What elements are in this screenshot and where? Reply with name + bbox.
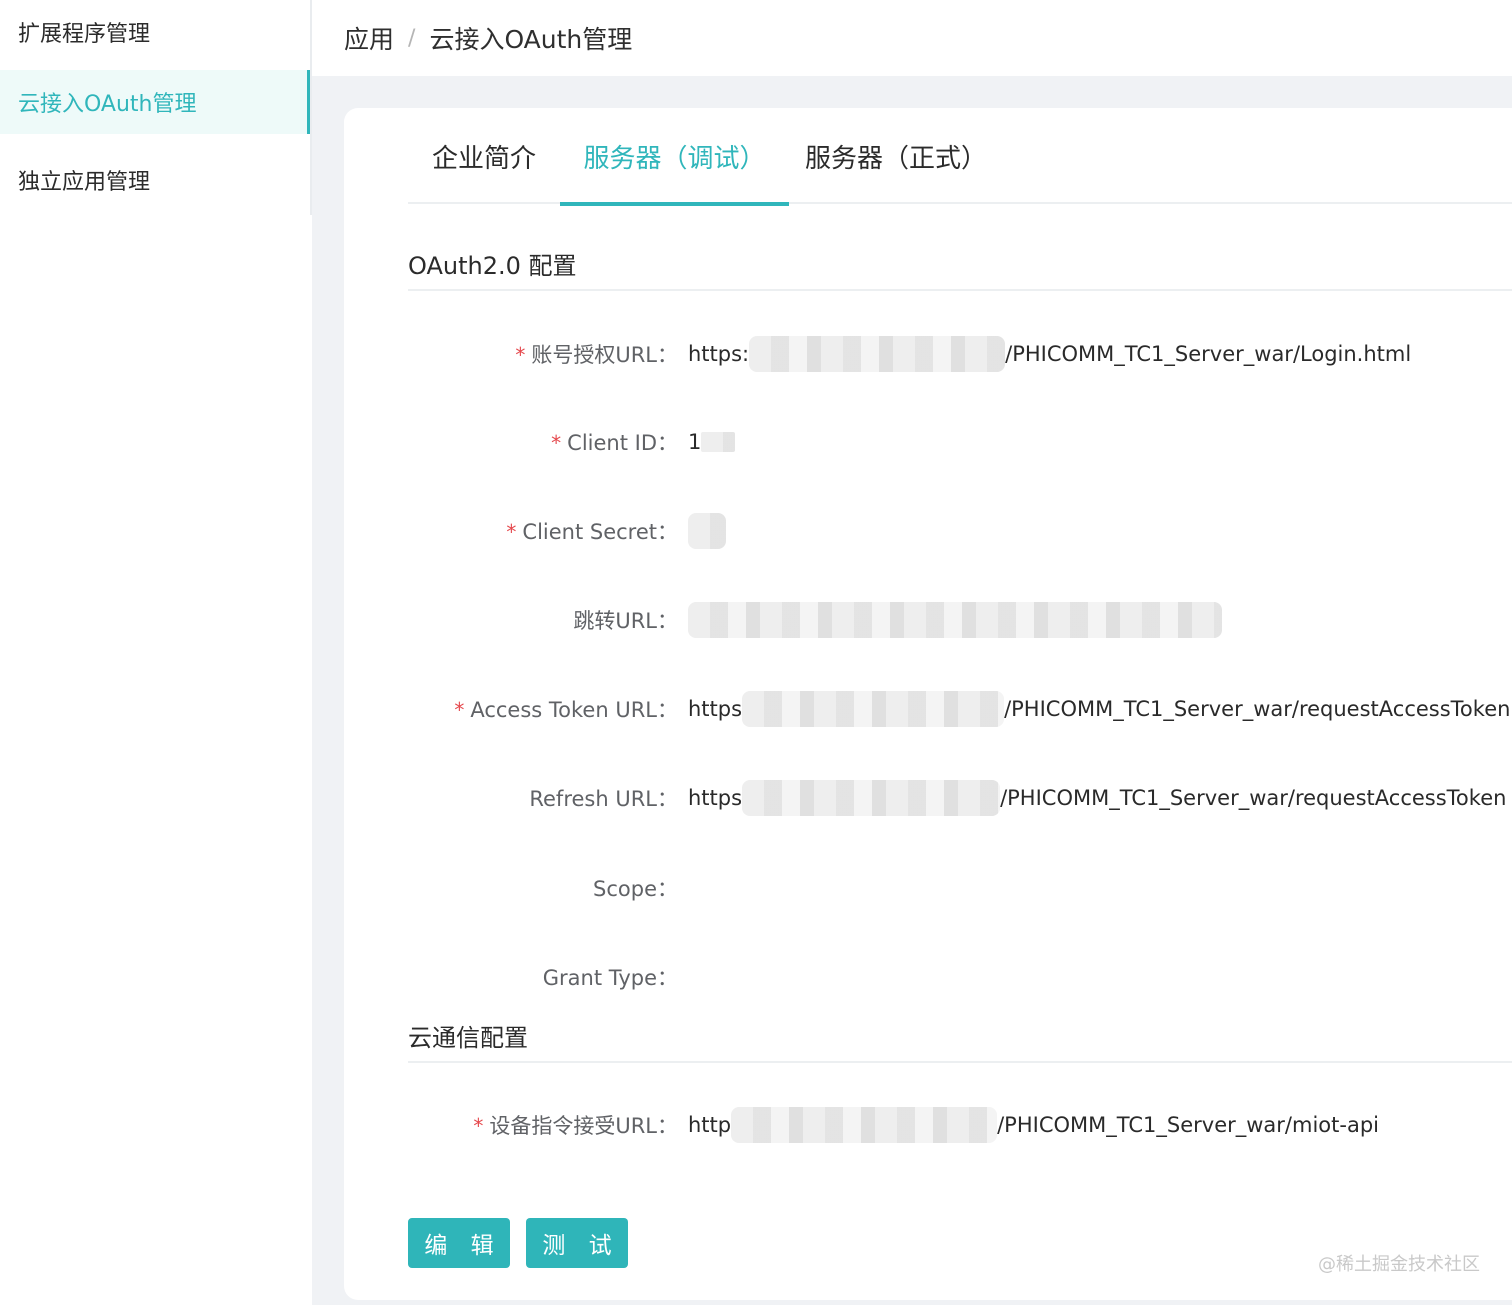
redirect-url-value[interactable] (688, 602, 1222, 638)
client-id-value[interactable]: 1 (688, 430, 736, 454)
redacted-region (742, 691, 1005, 727)
test-button[interactable]: 测 试 (526, 1218, 628, 1268)
tab-bar: 企业简介 服务器（调试） 服务器（正式） (408, 108, 1512, 206)
auth-url-row: * 账号授权URL： https: /PHICOMM_TC1_Server_war… (344, 334, 1512, 374)
tab-server-debug[interactable]: 服务器（调试） (560, 108, 789, 206)
required-mark: * (473, 1114, 484, 1138)
client-id-label: * Client ID： (344, 427, 688, 457)
label-text: Access Token URL (470, 698, 657, 722)
auth-url-label: * 账号授权URL： (344, 339, 688, 369)
url-prefix: http (688, 1113, 732, 1137)
label-colon: ： (657, 1114, 678, 1138)
grant-type-row: Grant Type： (344, 957, 1512, 997)
breadcrumb-separator: / (408, 25, 416, 51)
label-colon: ： (657, 520, 678, 544)
sidebar-item-standalone-apps[interactable]: 独立应用管理 (0, 148, 312, 212)
client-secret-value[interactable] (688, 513, 726, 549)
oauth-section-title: OAuth2.0 配置 (408, 246, 1512, 291)
url-prefix: https (688, 697, 743, 721)
client-id-row: * Client ID： 1 (344, 422, 1512, 462)
watermark: @稀土掘金技术社区 (1318, 1254, 1480, 1275)
device-url-value[interactable]: http /PHICOMM_TC1_Server_war/miot-api (688, 1107, 1379, 1143)
url-suffix: /PHICOMM_TC1_Server_war/Login.html (1005, 342, 1412, 366)
refresh-url-label: Refresh URL： (344, 783, 688, 813)
url-suffix: /PHICOMM_TC1_Server_war/requestAccessTok… (1000, 786, 1507, 810)
tab-label: 企业简介 (431, 143, 536, 174)
edit-button[interactable]: 编 辑 (408, 1218, 510, 1268)
tab-label: 服务器（正式） (804, 143, 987, 174)
breadcrumb-current: 云接入OAuth管理 (429, 25, 633, 54)
tab-server-production[interactable]: 服务器（正式） (789, 108, 1003, 204)
redacted-region (742, 780, 1001, 816)
label-colon: ： (657, 698, 678, 722)
label-text: Refresh URL (529, 787, 657, 811)
refresh-url-value[interactable]: https /PHICOMM_TC1_Server_war/requestAcc… (688, 780, 1506, 816)
url-suffix: /PHICOMM_TC1_Server_war/miot-api (997, 1113, 1379, 1137)
redirect-url-row: 跳转URL： (344, 600, 1512, 640)
label-text: 跳转URL (573, 609, 657, 633)
refresh-url-row: Refresh URL： https /PHICOMM_TC1_Server_w… (344, 778, 1512, 818)
url-prefix: https: (688, 342, 750, 366)
device-url-label: * 设备指令接受URL： (344, 1110, 688, 1140)
label-colon: ： (657, 609, 678, 633)
label-colon: ： (657, 431, 678, 455)
required-mark: * (551, 431, 562, 455)
label-colon: ： (657, 787, 678, 811)
label-text: Grant Type (542, 966, 657, 990)
tab-company-intro[interactable]: 企业简介 (408, 108, 560, 204)
client-secret-row: * Client Secret： (344, 511, 1512, 551)
label-text: 账号授权URL (531, 343, 657, 367)
breadcrumb: 应用 / 云接入OAuth管理 (312, 0, 1512, 76)
sidebar-item-label: 云接入OAuth管理 (18, 92, 197, 117)
label-text: 设备指令接受URL (489, 1114, 657, 1138)
auth-url-value[interactable]: https: /PHICOMM_TC1_Server_war/Login.htm… (688, 336, 1411, 372)
required-mark: * (506, 520, 517, 544)
grant-type-label: Grant Type： (344, 962, 688, 992)
label-colon: ： (657, 343, 678, 367)
access-token-url-label: * Access Token URL： (344, 694, 688, 724)
device-url-row: * 设备指令接受URL： http /PHICOMM_TC1_Server_war… (344, 1105, 1512, 1145)
access-token-url-row: * Access Token URL： https /PHICOMM_TC1_Se… (344, 689, 1512, 729)
url-suffix: /PHICOMM_TC1_Server_war/requestAccessTok… (1004, 697, 1511, 721)
sidebar-item-cloud-oauth[interactable]: 云接入OAuth管理 (0, 70, 312, 134)
redacted-region (701, 432, 736, 452)
redacted-region (749, 336, 1006, 372)
sidebar: 扩展程序管理 云接入OAuth管理 独立应用管理 (0, 0, 312, 1305)
redirect-url-label: 跳转URL： (344, 605, 688, 635)
label-text: Scope (593, 877, 657, 901)
sidebar-item-extensions[interactable]: 扩展程序管理 (0, 0, 312, 64)
client-secret-label: * Client Secret： (344, 516, 688, 546)
redacted-region (731, 1107, 998, 1143)
sidebar-item-label: 独立应用管理 (18, 170, 151, 195)
required-mark: * (515, 343, 526, 367)
redacted-region (688, 513, 726, 549)
client-id-prefix: 1 (688, 430, 702, 454)
label-colon: ： (657, 877, 678, 901)
label-text: Client Secret (522, 520, 657, 544)
redacted-region (688, 602, 1222, 638)
cloud-section-title: 云通信配置 (408, 1018, 1512, 1063)
config-card: 企业简介 服务器（调试） 服务器（正式） OAuth2.0 配置 * 账号授权UR… (344, 108, 1512, 1300)
access-token-url-value[interactable]: https /PHICOMM_TC1_Server_war/requestAcc… (688, 691, 1510, 727)
sidebar-item-label: 扩展程序管理 (18, 22, 151, 47)
label-colon: ： (657, 966, 678, 990)
required-mark: * (454, 698, 465, 722)
label-text: Client ID (567, 431, 657, 455)
tab-label: 服务器（调试） (583, 143, 766, 174)
url-prefix: https (688, 786, 743, 810)
scope-label: Scope： (344, 873, 688, 903)
breadcrumb-root[interactable]: 应用 (344, 20, 394, 56)
scope-row: Scope： (344, 868, 1512, 908)
